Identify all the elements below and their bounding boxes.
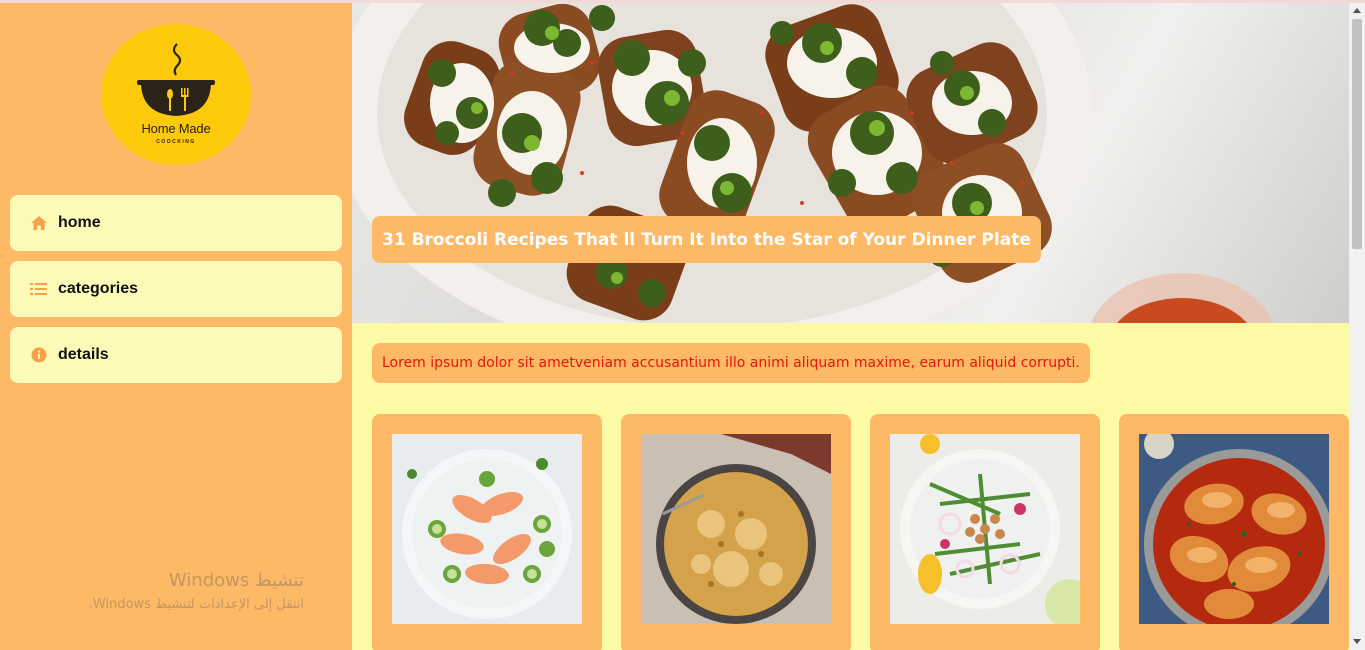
hero-banner: 31 Broccoli Recipes That ll Turn It Into… (352, 3, 1349, 323)
intro-text: Lorem ipsum dolor sit ametveniam accusan… (372, 343, 1090, 383)
recipe-card[interactable] (1119, 414, 1349, 650)
brand-name: Home Made (141, 121, 211, 136)
nav-label-home: home (58, 214, 101, 231)
broccoli-toast-image (352, 3, 1274, 323)
recipe-card[interactable] (372, 414, 602, 650)
chickpea-salad-image (890, 434, 1080, 624)
recipe-card[interactable] (870, 414, 1100, 650)
brand-logo[interactable]: Home Made COOCKING (101, 24, 251, 165)
scroll-down-arrow-icon[interactable] (1353, 639, 1361, 644)
salmon-salad-image (392, 434, 582, 624)
sidebar: Home Made COOCKING home categories detai… (0, 3, 352, 650)
nav-item-home[interactable]: home (10, 195, 342, 251)
brand-tagline: COOCKING (156, 139, 196, 145)
nav-label-details: details (58, 346, 109, 363)
scrollbar-thumb[interactable] (1352, 19, 1362, 249)
info-icon (30, 346, 48, 364)
home-icon (30, 214, 48, 232)
windows-activation-title: تنشيط Windows (168, 570, 304, 591)
recipe-card[interactable] (621, 414, 851, 650)
chicken-stew-image (1139, 434, 1329, 624)
lasagna-pan-image (641, 434, 831, 624)
page-scrollbar[interactable] (1349, 3, 1365, 650)
scroll-up-arrow-icon[interactable] (1353, 8, 1361, 13)
hero-title: 31 Broccoli Recipes That ll Turn It Into… (372, 216, 1041, 263)
nav-item-details[interactable]: details (10, 327, 342, 383)
windows-activation-hint: انتقل إلى الإعدادات لتنشيط Windows. (88, 597, 304, 612)
nav-item-categories[interactable]: categories (10, 261, 342, 317)
nav-label-categories: categories (58, 280, 139, 297)
list-icon (30, 280, 48, 298)
